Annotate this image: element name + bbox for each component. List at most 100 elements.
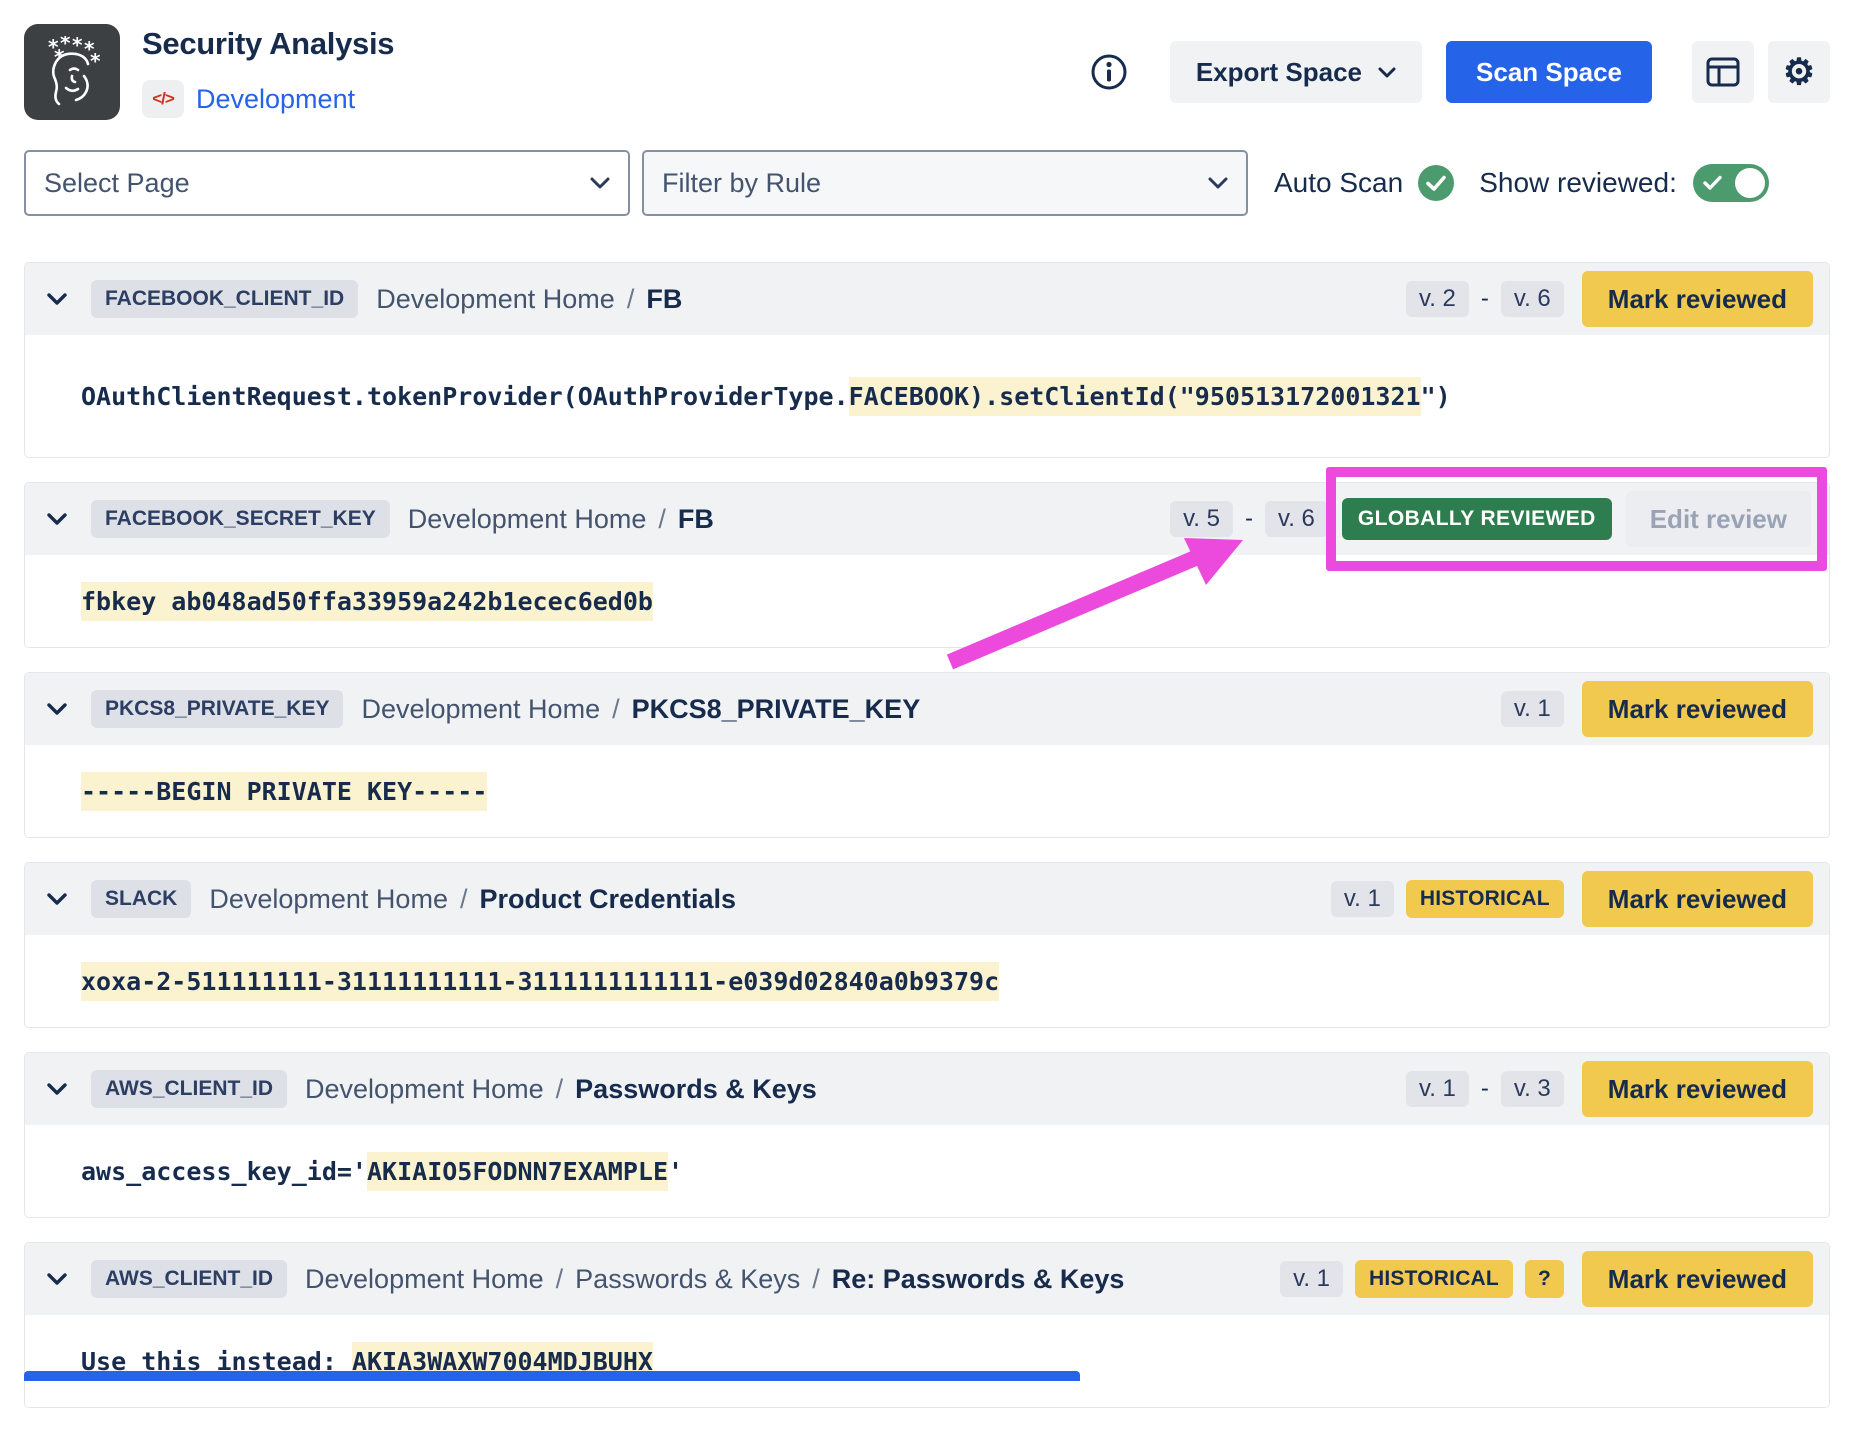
version-range-separator: - <box>1481 285 1489 313</box>
code-text: ' <box>668 1157 683 1186</box>
scan-space-button[interactable]: Scan Space <box>1446 41 1652 103</box>
breadcrumb-item: Development Home <box>305 1264 544 1295</box>
breadcrumb: Development Home/FB <box>408 504 714 535</box>
finding-actions: v. 1HISTORICALMark reviewed <box>1331 871 1813 927</box>
code-text: OAuthClientRequest.tokenProvider(OAuthPr… <box>81 382 849 411</box>
collapse-chevron-icon[interactable] <box>47 703 87 715</box>
rule-name-badge: SLACK <box>91 880 191 918</box>
collapse-chevron-icon[interactable] <box>47 293 87 305</box>
mark-reviewed-button[interactable]: Mark reviewed <box>1582 1061 1813 1117</box>
export-space-label: Export Space <box>1196 57 1362 88</box>
finding-header: FACEBOOK_SECRET_KEY Development Home/FB v.… <box>25 483 1829 555</box>
version-badge: v. 6 <box>1265 501 1328 537</box>
breadcrumb: Development Home/PKCS8_PRIVATE_KEY <box>361 694 920 725</box>
breadcrumb-item: Development Home <box>305 1074 544 1105</box>
breadcrumb-separator: / <box>556 1264 564 1295</box>
select-page-dropdown[interactable]: Select Page <box>24 150 630 216</box>
finding-header: SLACK Development Home / Product Credential… <box>25 863 1829 935</box>
finding-actions: v. 1Mark reviewed <box>1501 681 1813 737</box>
code-snippet: xoxa-2-511111111-31111111111-31111111111… <box>81 967 999 996</box>
finding-card: AWS_CLIENT_IDDevelopment Home/Passwords … <box>24 1242 1830 1408</box>
breadcrumb-item: Development Home <box>408 504 647 535</box>
layout-panel-button[interactable] <box>1692 41 1754 103</box>
version-badge: v. 5 <box>1170 501 1233 537</box>
collapse-chevron-icon[interactable] <box>47 1273 87 1285</box>
historical-badge: HISTORICAL <box>1406 880 1564 918</box>
chevron-down-icon <box>590 177 610 189</box>
auto-scan-check-icon[interactable] <box>1417 164 1455 202</box>
mark-reviewed-button[interactable]: Mark reviewed <box>1582 1251 1813 1307</box>
gear-icon: ⚙ <box>1783 54 1815 90</box>
breadcrumb-separator: / <box>556 1074 564 1105</box>
finding-card: FACEBOOK_CLIENT_IDDevelopment Home/FBv. … <box>24 262 1830 458</box>
info-icon[interactable] <box>1090 53 1128 91</box>
version-badge: v. 1 <box>1406 1071 1469 1107</box>
finding-actions: v. 1-v. 3 Mark reviewed <box>1406 1061 1813 1117</box>
select-page-placeholder: Select Page <box>44 168 190 199</box>
rule-name-badge: FACEBOOK_SECRET_KEY <box>91 500 390 538</box>
filter-by-rule-placeholder: Filter by Rule <box>662 168 821 199</box>
finding-snippet: OAuthClientRequest.tokenProvider(OAuthPr… <box>25 335 1829 457</box>
collapse-chevron-icon[interactable] <box>47 1083 87 1095</box>
rule-name-badge: FACEBOOK_CLIENT_ID <box>91 280 358 318</box>
chevron-down-icon <box>1208 177 1228 189</box>
finding-snippet: fbkey ab048ad50ffa33959a242b1ecec6ed0b <box>25 555 1829 647</box>
breadcrumb-item: Development Home <box>376 284 615 315</box>
breadcrumb-separator: / <box>812 1264 820 1295</box>
rule-name-badge: AWS_CLIENT_ID <box>91 1070 287 1108</box>
filter-by-rule-dropdown[interactable]: Filter by Rule <box>642 150 1248 216</box>
check-icon <box>1703 175 1723 191</box>
finding-actions: v. 5-v. 6 GLOBALLY REVIEWED Edit review <box>1170 491 1813 547</box>
export-space-button[interactable]: Export Space <box>1170 41 1422 103</box>
mark-reviewed-button[interactable]: Mark reviewed <box>1582 871 1813 927</box>
finding-snippet: xoxa-2-511111111-31111111111-31111111111… <box>25 935 1829 1027</box>
finding-snippet: Use this instead: AKIA3WAXW7004MDJBUHX <box>25 1315 1829 1407</box>
globally-reviewed-badge: GLOBALLY REVIEWED <box>1342 498 1612 540</box>
face-with-stars-logo: ** ** ** <box>36 36 108 108</box>
finding-snippet: aws_access_key_id='AKIAIO5FODNN7EXAMPLE' <box>25 1125 1829 1217</box>
breadcrumb: Development Home / Passwords & Keys <box>305 1074 817 1105</box>
show-reviewed-toggle[interactable] <box>1693 164 1769 202</box>
highlighted-secret: xoxa-2-511111111-31111111111-31111111111… <box>81 962 999 1001</box>
version-badge: v. 3 <box>1501 1071 1564 1107</box>
version-range-separator: - <box>1481 1075 1489 1103</box>
breadcrumb-item: Product Credentials <box>479 884 736 915</box>
settings-button[interactable]: ⚙ <box>1768 41 1830 103</box>
highlighted-secret: fbkey ab048ad50ffa33959a242b1ecec6ed0b <box>81 582 653 621</box>
breadcrumb: Development Home/FB <box>376 284 682 315</box>
mark-reviewed-button[interactable]: Mark reviewed <box>1582 271 1813 327</box>
auto-scan-label: Auto Scan <box>1274 167 1403 199</box>
version-badge: v. 1 <box>1280 1261 1343 1297</box>
svg-text:*: * <box>54 45 65 69</box>
rule-name-badge: PKCS8_PRIVATE_KEY <box>91 690 343 728</box>
breadcrumb-item: FB <box>678 504 714 535</box>
breadcrumb-separator: / <box>627 284 635 315</box>
breadcrumb-item: Passwords & Keys <box>575 1074 817 1105</box>
app-brand: ** ** ** Security Analysis </> Developme… <box>24 24 394 120</box>
reviewed-group: GLOBALLY REVIEWED Edit review <box>1340 491 1813 547</box>
collapse-chevron-icon[interactable] <box>47 513 87 525</box>
version-range-separator: - <box>1245 505 1253 533</box>
finding-header: PKCS8_PRIVATE_KEYDevelopment Home/PKCS8_… <box>25 673 1829 745</box>
version-badge: v. 2 <box>1406 281 1469 317</box>
code-snippet: OAuthClientRequest.tokenProvider(OAuthPr… <box>81 382 1451 411</box>
finding-snippet: -----BEGIN PRIVATE KEY----- <box>25 745 1829 837</box>
breadcrumb-item: Development Home <box>209 884 448 915</box>
code-snippet: aws_access_key_id='AKIAIO5FODNN7EXAMPLE' <box>81 1157 683 1186</box>
mark-reviewed-button[interactable]: Mark reviewed <box>1582 681 1813 737</box>
finding-header: FACEBOOK_CLIENT_IDDevelopment Home/FBv. … <box>25 263 1829 335</box>
finding-header: AWS_CLIENT_ID Development Home / Passwords … <box>25 1053 1829 1125</box>
breadcrumb-separator: / <box>460 884 468 915</box>
question-badge[interactable]: ? <box>1525 1260 1564 1298</box>
collapse-chevron-icon[interactable] <box>47 893 87 905</box>
finding-actions: v. 2-v. 6 Mark reviewed <box>1406 271 1813 327</box>
breadcrumb-item: PKCS8_PRIVATE_KEY <box>632 694 921 725</box>
space-link[interactable]: Development <box>196 84 355 115</box>
top-bar: ** ** ** Security Analysis </> Developme… <box>24 24 1830 120</box>
edit-review-button[interactable]: Edit review <box>1626 491 1811 547</box>
version-badge: v. 6 <box>1501 281 1564 317</box>
code-text: ") <box>1421 382 1451 411</box>
code-snippet: fbkey ab048ad50ffa33959a242b1ecec6ed0b <box>81 587 653 616</box>
breadcrumb-item: Re: Passwords & Keys <box>832 1264 1125 1295</box>
show-reviewed-label: Show reviewed: <box>1479 167 1677 199</box>
